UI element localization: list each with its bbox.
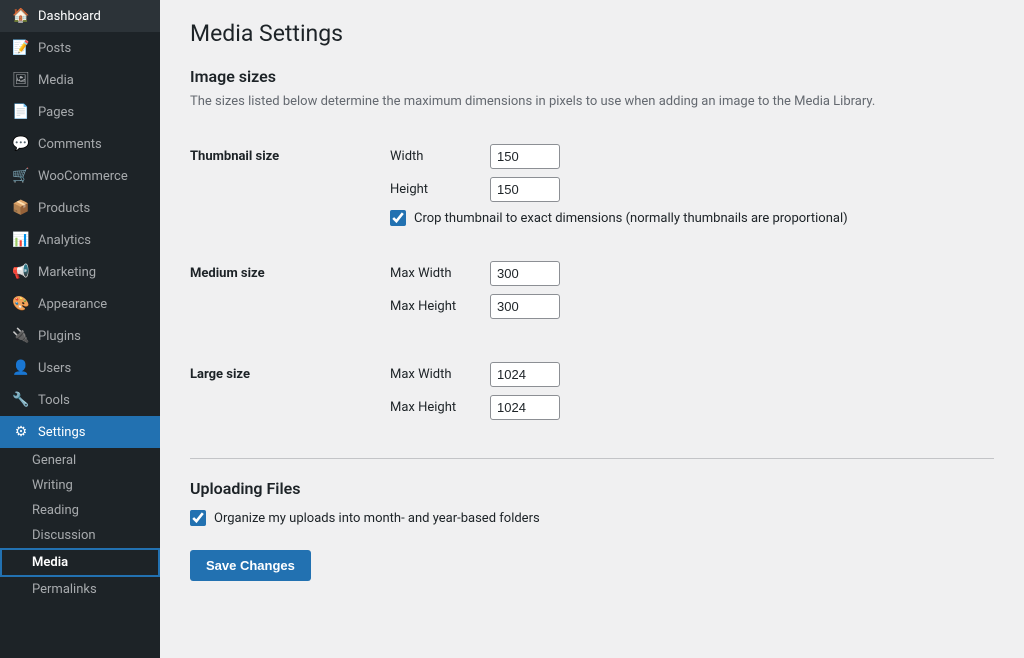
submenu-item-media-sub[interactable]: Media (0, 548, 160, 577)
large-height-input[interactable] (490, 395, 560, 420)
thumbnail-width-input[interactable] (490, 144, 560, 169)
sidebar-label-woocommerce: WooCommerce (38, 169, 128, 184)
thumbnail-width-row: Width (390, 144, 994, 169)
sidebar-item-woocommerce[interactable]: 🛒 WooCommerce (0, 160, 160, 192)
posts-icon: 📝 (12, 40, 30, 56)
sidebar-item-products[interactable]: 📦 Products (0, 192, 160, 224)
large-width-input[interactable] (490, 362, 560, 387)
section-divider (190, 458, 994, 459)
sidebar-label-marketing: Marketing (38, 265, 96, 280)
tools-icon: 🔧 (12, 392, 30, 408)
crop-checkbox[interactable] (390, 210, 406, 226)
uploads-checkbox-row: Organize my uploads into month- and year… (190, 510, 994, 526)
sidebar-label-dashboard: Dashboard (38, 9, 101, 24)
sidebar-label-products: Products (38, 201, 90, 216)
crop-checkbox-row: Crop thumbnail to exact dimensions (norm… (390, 210, 994, 226)
thumbnail-row: Thumbnail size Width Height Crop thumbna… (190, 129, 994, 236)
appearance-icon: 🎨 (12, 296, 30, 312)
medium-width-input[interactable] (490, 261, 560, 286)
sidebar-item-analytics[interactable]: 📊 Analytics (0, 224, 160, 256)
settings-icon: ⚙ (12, 424, 30, 440)
large-row: Large size Max Width Max Height (190, 347, 994, 438)
medium-width-row: Max Width (390, 261, 994, 286)
thumbnail-label: Thumbnail size (190, 129, 390, 236)
users-icon: 👤 (12, 360, 30, 376)
pages-icon: 📄 (12, 104, 30, 120)
thumbnail-height-row: Height (390, 177, 994, 202)
products-icon: 📦 (12, 200, 30, 216)
media-icon: 🖼 (12, 72, 30, 88)
medium-max-width-label: Max Width (390, 266, 480, 281)
submenu-item-writing[interactable]: Writing (0, 473, 160, 498)
large-controls: Max Width Max Height (390, 347, 994, 438)
medium-row: Medium size Max Width Max Height (190, 246, 994, 337)
large-label: Large size (190, 347, 390, 438)
sidebar-item-comments[interactable]: 💬 Comments (0, 128, 160, 160)
sidebar-label-plugins: Plugins (38, 329, 81, 344)
large-max-width-label: Max Width (390, 367, 480, 382)
sidebar-label-tools: Tools (38, 393, 70, 408)
sidebar-label-settings: Settings (38, 425, 85, 440)
comments-icon: 💬 (12, 136, 30, 152)
sidebar-item-users[interactable]: 👤 Users (0, 352, 160, 384)
submenu-item-permalinks[interactable]: Permalinks (0, 577, 160, 602)
submenu-item-reading[interactable]: Reading (0, 498, 160, 523)
sidebar-label-analytics: Analytics (38, 233, 91, 248)
sidebar-item-tools[interactable]: 🔧 Tools (0, 384, 160, 416)
dashboard-icon: 🏠 (12, 8, 30, 24)
thumbnail-height-input[interactable] (490, 177, 560, 202)
sidebar-label-pages: Pages (38, 105, 74, 120)
plugins-icon: 🔌 (12, 328, 30, 344)
thumbnail-section: Thumbnail size Width Height Crop thumbna… (190, 129, 994, 236)
sidebar-item-appearance[interactable]: 🎨 Appearance (0, 288, 160, 320)
sidebar-item-pages[interactable]: 📄 Pages (0, 96, 160, 128)
thumbnail-controls: Width Height Crop thumbnail to exact dim… (390, 129, 994, 236)
sidebar-label-users: Users (38, 361, 71, 376)
sidebar-label-comments: Comments (38, 137, 102, 152)
submenu-item-discussion[interactable]: Discussion (0, 523, 160, 548)
large-width-row: Max Width (390, 362, 994, 387)
submenu-item-general[interactable]: General (0, 448, 160, 473)
large-max-height-label: Max Height (390, 400, 480, 415)
medium-height-row: Max Height (390, 294, 994, 319)
sidebar-label-appearance: Appearance (38, 297, 107, 312)
medium-controls: Max Width Max Height (390, 246, 994, 337)
analytics-icon: 📊 (12, 232, 30, 248)
marketing-icon: 📢 (12, 264, 30, 280)
sidebar-label-posts: Posts (38, 41, 71, 56)
main-content: Media Settings Image sizes The sizes lis… (160, 0, 1024, 658)
sidebar-item-dashboard[interactable]: 🏠 Dashboard (0, 0, 160, 32)
sidebar-item-marketing[interactable]: 📢 Marketing (0, 256, 160, 288)
settings-submenu: GeneralWritingReadingDiscussionMediaPerm… (0, 448, 160, 602)
medium-max-height-label: Max Height (390, 299, 480, 314)
sidebar-item-settings[interactable]: ⚙ Settings (0, 416, 160, 448)
large-height-row: Max Height (390, 395, 994, 420)
medium-label: Medium size (190, 246, 390, 337)
image-sizes-description: The sizes listed below determine the max… (190, 94, 994, 109)
uploading-title: Uploading Files (190, 479, 994, 498)
save-changes-button[interactable]: Save Changes (190, 550, 311, 581)
width-label: Width (390, 149, 480, 164)
sidebar-item-posts[interactable]: 📝 Posts (0, 32, 160, 64)
crop-label: Crop thumbnail to exact dimensions (norm… (414, 211, 848, 226)
uploads-label: Organize my uploads into month- and year… (214, 511, 540, 526)
sidebar: 🏠 Dashboard 📝 Posts 🖼 Media 📄 Pages 💬 Comments 🛒 Wo… (0, 0, 160, 658)
sidebar-item-media[interactable]: 🖼 Media (0, 64, 160, 96)
large-section: Large size Max Width Max Height (190, 347, 994, 438)
sidebar-item-plugins[interactable]: 🔌 Plugins (0, 320, 160, 352)
height-label: Height (390, 182, 480, 197)
image-sizes-title: Image sizes (190, 67, 994, 86)
page-title: Media Settings (190, 20, 994, 47)
woocommerce-icon: 🛒 (12, 168, 30, 184)
medium-height-input[interactable] (490, 294, 560, 319)
sidebar-label-media: Media (38, 73, 74, 88)
medium-section: Medium size Max Width Max Height (190, 246, 994, 337)
uploads-organize-checkbox[interactable] (190, 510, 206, 526)
